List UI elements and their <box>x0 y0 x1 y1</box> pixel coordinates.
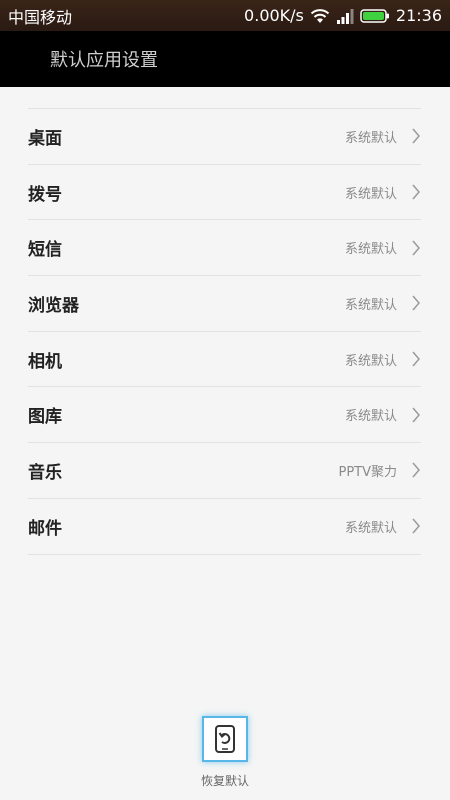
item-value: 系统默认 <box>344 242 397 258</box>
list-item-sms[interactable]: 短信 系统默认 <box>28 220 421 277</box>
list-item-email[interactable]: 邮件 系统默认 <box>28 499 421 555</box>
item-value: 系统默认 <box>344 297 397 313</box>
signal-icon <box>336 8 354 24</box>
chevron-right-icon <box>412 462 420 478</box>
item-label: 浏览器 <box>28 295 79 316</box>
chevron-right-icon <box>412 240 420 256</box>
default-app-list: 桌面 系统默认 拨号 系统默认 短信 系统默认 浏览器 系统默认 相机 系统默认… <box>28 108 421 555</box>
chevron-right-icon <box>412 128 420 144</box>
item-label: 拨号 <box>28 184 62 205</box>
clock: 21:36 <box>395 6 442 25</box>
list-item-browser[interactable]: 浏览器 系统默认 <box>28 276 421 332</box>
item-value: PPTV聚力 <box>338 464 397 480</box>
chevron-right-icon <box>412 184 420 200</box>
item-label: 图库 <box>28 407 62 428</box>
list-item-music[interactable]: 音乐 PPTV聚力 <box>28 443 421 499</box>
item-value: 系统默认 <box>344 186 397 202</box>
item-label: 邮件 <box>28 518 62 539</box>
battery-icon <box>360 8 389 23</box>
item-label: 短信 <box>28 240 62 261</box>
chevron-right-icon <box>412 351 420 367</box>
list-item-gallery[interactable]: 图库 系统默认 <box>28 387 421 444</box>
restore-default-button[interactable] <box>202 716 248 762</box>
status-indicators: 0.00K/s 21:36 <box>244 6 442 25</box>
list-item-desktop[interactable]: 桌面 系统默认 <box>28 109 421 165</box>
item-value: 系统默认 <box>344 353 397 369</box>
chevron-right-icon <box>412 295 420 311</box>
item-label: 桌面 <box>28 128 62 149</box>
item-value: 系统默认 <box>344 409 397 425</box>
chevron-right-icon <box>412 518 420 534</box>
carrier-name: 中国移动 <box>8 7 73 27</box>
status-bar: 中国移动 0.00K/s 21:36 <box>0 0 450 31</box>
restore-default-label: 恢复默认 <box>200 774 249 788</box>
network-speed: 0.00K/s <box>244 6 304 25</box>
screen: 中国移动 0.00K/s 21:36 默认应用设置 桌面 系统默认 拨号 系统默… <box>0 0 450 800</box>
item-label: 相机 <box>28 351 62 372</box>
item-value: 系统默认 <box>344 130 397 146</box>
wifi-icon <box>310 8 330 23</box>
restore-default: 恢复默认 <box>0 716 450 789</box>
chevron-right-icon <box>412 407 420 423</box>
item-value: 系统默认 <box>344 520 397 536</box>
phone-restore-icon <box>215 725 235 753</box>
page-title: 默认应用设置 <box>50 50 158 71</box>
title-bar: 默认应用设置 <box>0 31 450 87</box>
list-item-dialer[interactable]: 拨号 系统默认 <box>28 165 421 221</box>
list-item-camera[interactable]: 相机 系统默认 <box>28 332 421 388</box>
item-label: 音乐 <box>28 462 62 483</box>
